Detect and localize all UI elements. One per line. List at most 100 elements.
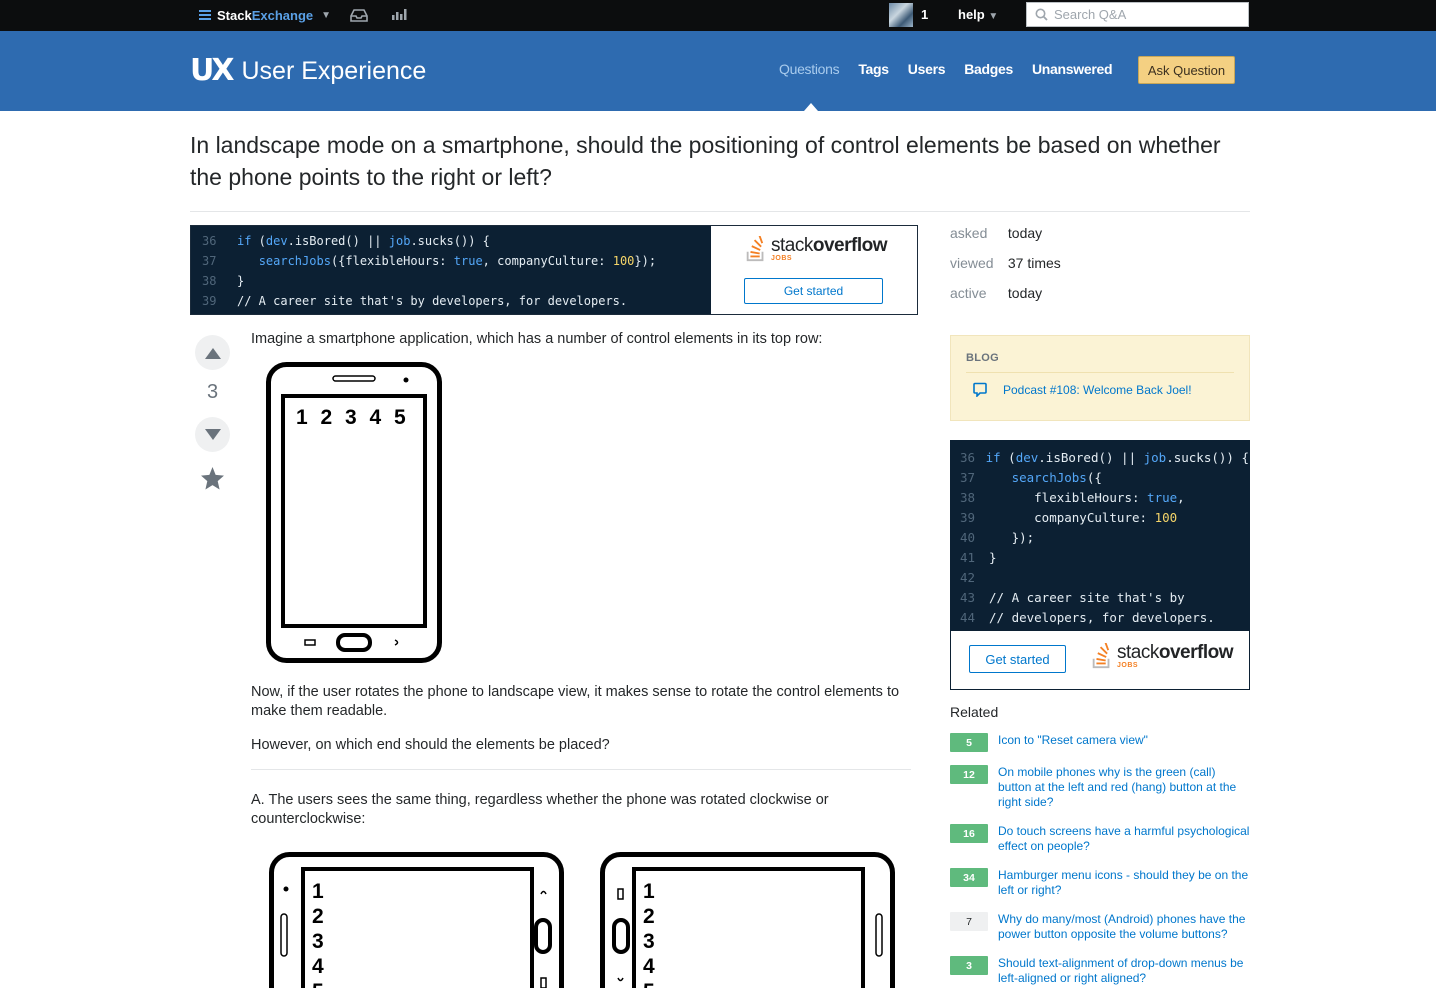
speech-bubble-icon (973, 382, 987, 397)
code-token: // developers, for developers. (989, 609, 1215, 625)
so-wordmark: stackoverflow JOBS (771, 234, 887, 262)
related-question-link[interactable]: Hamburger menu icons - should they be on… (998, 868, 1250, 898)
related-score-badge: 16 (950, 824, 988, 843)
related-question[interactable]: 16 Do touch screens have a harmful psycho… (950, 824, 1250, 854)
related-question[interactable]: 7 Why do many/most (Android) phones have … (950, 912, 1250, 942)
jobs-ad-banner[interactable]: 36 if (dev .isBored() || job .sucks()) {37 … (190, 225, 918, 315)
related-question[interactable]: 3 Should text-alignment of drop-down menu… (950, 956, 1250, 986)
question-title[interactable]: In landscape mode on a smartphone, shoul… (190, 129, 1230, 193)
meta-value[interactable]: today (1008, 285, 1042, 301)
so-wordmark: stackoverflow JOBS (1117, 641, 1233, 669)
nav-users[interactable]: Users (908, 61, 946, 77)
help-label: help (958, 7, 985, 22)
related-score-badge: 5 (950, 733, 988, 752)
meta-value: 37 times (1007, 255, 1061, 271)
line-number: 39 (960, 509, 976, 525)
line-number: 38 (960, 489, 976, 505)
get-started-button[interactable]: Get started (744, 278, 883, 304)
line-number: 36 (960, 449, 976, 465)
stackoverflow-icon (746, 236, 764, 262)
achievements-icon[interactable] (391, 7, 407, 21)
code-token: ( (251, 234, 266, 248)
related-question-link[interactable]: Should text-alignment of drop-down menus… (998, 956, 1250, 986)
nav-unanswered[interactable]: Unanswered (1032, 61, 1113, 77)
line-number: 39 (202, 294, 217, 308)
control-element-label: 5 (643, 980, 655, 988)
related-score-badge: 7 (950, 912, 988, 931)
code-token: 100 (1154, 509, 1178, 525)
ask-question-button[interactable]: Ask Question (1138, 56, 1235, 84)
code-line: 41} (951, 547, 1249, 567)
search-box[interactable] (1026, 2, 1249, 27)
blog-link[interactable]: Podcast #108: Welcome Back Joel! (1003, 383, 1192, 397)
related-question-link[interactable]: Do touch screens have a harmful psycholo… (998, 824, 1250, 854)
related-question[interactable]: 5 Icon to "Reset camera view" (950, 733, 1250, 752)
code-token: // A career site that's by (989, 589, 1185, 605)
brand-stack: StackExchange (217, 7, 314, 23)
line-number: 41 (960, 549, 976, 565)
blog-heading: BLOG (966, 352, 999, 364)
code-token: , companyCulture: (482, 254, 613, 268)
related-score-badge: 34 (950, 868, 988, 887)
nav-tags[interactable]: Tags (858, 61, 889, 77)
triangle-down-icon (204, 428, 221, 440)
site-logo[interactable]: UX User Experience (190, 56, 426, 86)
help-menu[interactable]: help ▼ (958, 7, 998, 22)
code-token: true (1147, 489, 1178, 505)
related-question[interactable]: 34 Hamburger menu icons - should they be … (950, 868, 1250, 898)
vote-up-button[interactable] (195, 335, 230, 370)
control-element-label: 1 (312, 880, 324, 903)
related-question-link[interactable]: On mobile phones why is the green (call)… (998, 765, 1250, 810)
code-token: .sucks()) { (1166, 449, 1249, 465)
jobs-ad-sidebar[interactable]: 36 if (dev .isBored() || job .sucks()) {37 … (950, 440, 1250, 690)
code-token: .isBored() || (287, 234, 389, 248)
title-divider (190, 211, 1250, 212)
related-question-link[interactable]: Icon to "Reset camera view" (998, 733, 1250, 748)
search-icon (1035, 8, 1048, 21)
code-token: ({ (1086, 469, 1102, 485)
code-token: if (985, 449, 1001, 465)
control-element-label: 2 (312, 905, 324, 928)
related-question[interactable]: 12 On mobile phones why is the green (cal… (950, 765, 1250, 810)
nav-questions[interactable]: Questions (779, 61, 840, 77)
line-number: 37 (202, 254, 217, 268)
star-icon[interactable] (200, 466, 225, 491)
search-input[interactable] (1054, 7, 1234, 22)
meta-value[interactable]: today (1008, 225, 1042, 241)
get-started-button[interactable]: Get started (969, 645, 1066, 673)
code-token: }); (634, 254, 657, 268)
line-number: 43 (960, 589, 976, 605)
related-question-link[interactable]: Why do many/most (Android) phones have t… (998, 912, 1250, 942)
blog-item[interactable]: Podcast #108: Welcome Back Joel! (973, 382, 1192, 397)
code-line: 37 searchJobs({ (951, 467, 1249, 487)
inbox-icon[interactable] (350, 8, 368, 22)
code-token: job (1143, 449, 1167, 465)
nav-badges[interactable]: Badges (964, 61, 1013, 77)
code-token: searchJobs (1011, 469, 1087, 485)
ad-code-snippet: 36 if (dev .isBored() || job .sucks()) {37 … (191, 226, 711, 314)
control-element-label: 4 (370, 406, 382, 429)
triangle-up-icon (204, 347, 221, 359)
control-element-label: 5 (394, 406, 406, 429)
code-line: 43 // A career site that's by (951, 587, 1249, 607)
reputation-count[interactable]: 1 (921, 7, 928, 22)
stackexchange-menu[interactable]: StackExchange ▼ (199, 6, 331, 24)
stackoverflow-icon (1092, 643, 1110, 669)
avatar[interactable] (889, 3, 913, 27)
code-token: job (388, 234, 411, 248)
control-element-label: 4 (312, 955, 324, 978)
related-score-badge: 12 (950, 765, 988, 784)
post-paragraph: Imagine a smartphone application, which … (251, 331, 823, 347)
code-line: 37 searchJobs ({flexibleHours: true, comp… (191, 251, 711, 271)
control-elements-column: 1234 5 (643, 880, 655, 988)
control-element-label: 1 (643, 880, 655, 903)
landscape-phone-illustration-left: 1234 5 (269, 852, 564, 988)
ad-code-snippet: 36 if (dev .isBored() || job .sucks()) {37 … (951, 441, 1249, 631)
chevron-down-icon: ▼ (321, 9, 332, 21)
vote-down-button[interactable] (195, 417, 230, 452)
control-element-label: 2 (643, 905, 655, 928)
code-token: , (1177, 489, 1185, 505)
code-token: companyCulture: (989, 509, 1155, 525)
code-line: 40 }); (951, 527, 1249, 547)
stackoverflow-jobs-logo: stackoverflow JOBS (1091, 643, 1233, 669)
